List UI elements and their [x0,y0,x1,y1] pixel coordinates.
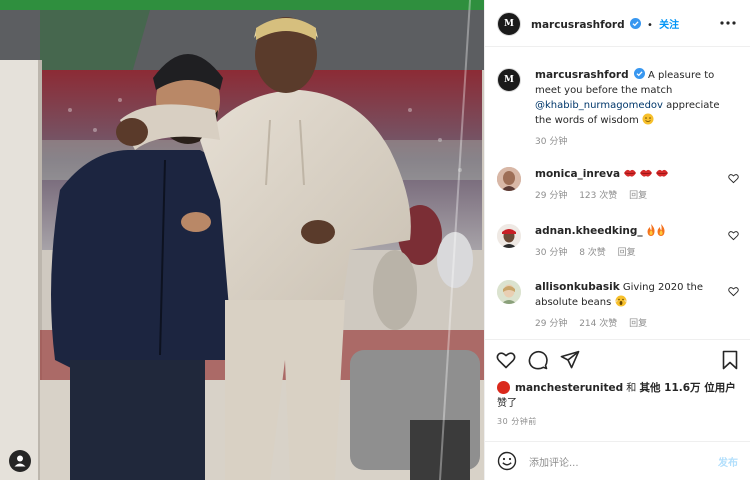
lips-emoji-icon [656,169,669,177]
comment-reply-button[interactable]: 回复 [629,319,647,329]
comment-time: 29 分钟 [535,191,568,201]
comment-heart-icon[interactable] [728,286,739,297]
fire-emoji-icon [657,224,665,236]
user-tag-icon [14,455,26,467]
manchester-united-crest-icon [497,381,510,394]
commenter-avatar[interactable] [497,167,521,191]
post-action-bar [485,339,750,379]
caption-time: 30 分钟 [535,137,568,147]
follow-button[interactable]: 关注 [659,20,679,31]
comment-body: adnan.kheedking_ 30 分钟 8 次赞 回复 [535,224,725,261]
comment-icon[interactable] [528,350,548,370]
caption-username[interactable]: marcusrashford [535,69,629,81]
caption-meta: 30 分钟 [535,135,725,150]
comment-composer: 添加评论... 发布 [485,441,750,480]
avatar-image [497,224,521,248]
heart-icon[interactable] [496,350,516,370]
lips-emoji-icon [640,169,653,177]
comment-likes[interactable]: 123 次赞 [579,191,617,201]
more-horizontal-icon[interactable] [719,14,737,32]
caption-mention-link[interactable]: @khabib_nurmagomedov [535,100,663,111]
comment-reply-button[interactable]: 回复 [629,191,647,201]
comment-meta: 29 分钟 214 次赞 回复 [535,317,725,332]
comment-meta: 29 分钟 123 次赞 回复 [535,189,725,204]
caption-row: M marcusrashford A pleasure to meet you … [497,68,739,158]
avatar-image [497,167,521,191]
comment-row: monica_inreva 29 分钟 123 次赞 回复 [497,167,739,211]
comment-emojis [646,224,666,237]
post-side-panel: M marcusrashford • 关注 M marcusrashford A… [484,0,750,480]
comment-username[interactable]: monica_inreva [535,168,620,180]
comment-body: allisonkubasik Giving 2020 the absolute … [535,280,725,332]
comment-time: 30 分钟 [535,248,568,258]
comment-reply-button[interactable]: 回复 [618,248,636,258]
post-comment-button[interactable]: 发布 [718,454,738,469]
comment-row: adnan.kheedking_ 30 分钟 8 次赞 回复 [497,224,739,268]
caption-body: marcusrashford A pleasure to meet you be… [535,68,725,150]
comment-emojis [623,169,671,180]
commenter-avatar[interactable] [497,224,521,248]
comment-likes[interactable]: 214 次赞 [579,319,617,329]
screaming-face-emoji-icon [614,295,627,307]
avatar-image [497,280,521,304]
comment-heart-icon[interactable] [728,173,739,184]
photo-illustration [0,0,484,480]
post-photo[interactable] [0,0,484,480]
author-line: marcusrashford • 关注 [531,16,679,31]
author-avatar-initials: M [504,19,514,29]
comment-row: allisonkubasik Giving 2020 the absolute … [497,280,739,339]
comment-time: 29 分钟 [535,319,568,329]
comment-meta: 30 分钟 8 次赞 回复 [535,246,725,261]
commenter-avatar[interactable] [497,280,521,304]
likes-summary: manchesterunited 和 其他 11.6万 位用户 赞了 [497,381,741,411]
author-avatar[interactable]: M [497,12,521,36]
hugging-face-emoji-icon [642,113,654,125]
smile-icon[interactable] [497,451,517,471]
header-dot: • [647,20,653,31]
comment-username[interactable]: allisonkubasik [535,281,620,293]
comment-heart-icon[interactable] [728,230,739,241]
paper-plane-icon[interactable] [560,350,580,370]
likes-text-liked: 赞了 [497,398,517,409]
verified-badge-icon [629,18,641,29]
author-username[interactable]: marcusrashford [531,19,625,31]
post-time-ago[interactable]: 30 分钟前 [497,416,537,427]
verified-badge-icon [633,68,645,79]
post-header: M marcusrashford • 关注 [485,0,750,47]
comments-list[interactable]: M marcusrashford A pleasure to meet you … [485,47,750,339]
bookmark-icon[interactable] [720,350,740,370]
caption-avatar[interactable]: M [497,68,521,92]
likes-text-and: 和 [626,383,637,394]
caption-avatar-initials: M [504,75,514,85]
lips-emoji-icon [624,169,637,177]
comment-input[interactable]: 添加评论... [529,454,579,469]
likes-username[interactable]: manchesterunited [515,382,623,394]
user-tag-button[interactable] [9,450,31,472]
comment-username[interactable]: adnan.kheedking_ [535,225,643,237]
comment-body: monica_inreva 29 分钟 123 次赞 回复 [535,167,725,204]
fire-emoji-icon [647,224,655,236]
likes-others-link[interactable]: 其他 11.6万 位用户 [639,382,735,394]
comment-likes[interactable]: 8 次赞 [579,248,606,258]
